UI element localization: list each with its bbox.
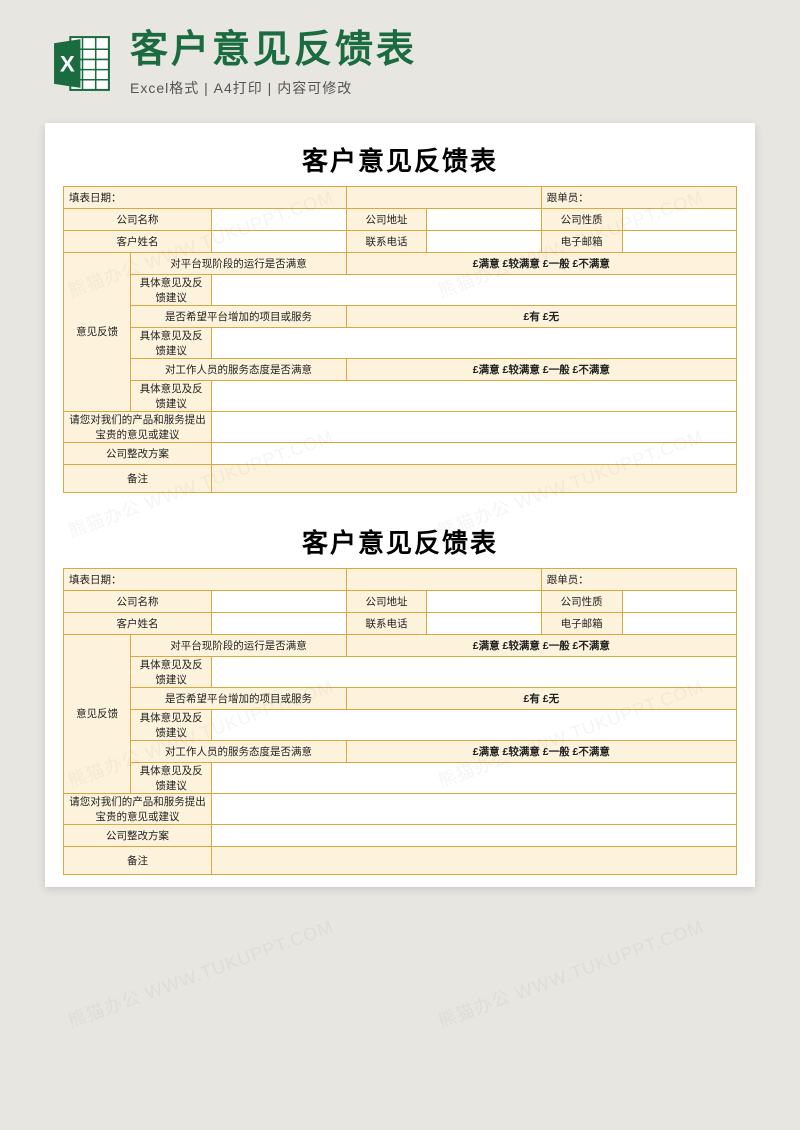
label-follower: 跟单员： [541,186,736,208]
form-table: 填表日期： 跟单员： 公司名称 公司地址 公司性质 客户姓名 联系电话 电子邮箱 [63,568,737,875]
label-company-addr: 公司地址 [346,208,427,230]
input-detail-2[interactable] [212,709,737,740]
label-q2: 是否希望平台增加的项目或服务 [131,687,346,709]
form-title: 客户意见反馈表 [63,523,737,560]
input-remark[interactable] [212,464,737,492]
options-q1[interactable]: £满意 £较满意 £一般 £不满意 [346,634,736,656]
input-remark[interactable] [212,846,737,874]
label-customer-name: 客户姓名 [64,230,212,252]
feedback-form-2: 客户意见反馈表 填表日期： 跟单员： 公司名称 公司地址 公司性质 客户姓名 [63,523,737,875]
label-q3: 对工作人员的服务态度是否满意 [131,740,346,762]
input-customer-name[interactable] [212,612,347,634]
label-feedback-section: 意见反馈 [64,252,131,411]
label-follower: 跟单员： [541,568,736,590]
input-company-name[interactable] [212,208,347,230]
label-phone: 联系电话 [346,230,427,252]
label-plan: 公司整改方案 [64,442,212,464]
header-main-title: 客户意见反馈表 [130,30,760,72]
input-detail-3[interactable] [212,380,737,411]
cell-blank [346,186,541,208]
header-sub-title: Excel格式 | A4打印 | 内容可修改 [130,78,760,98]
options-q2[interactable]: £有 £无 [346,687,736,709]
input-suggestion[interactable] [212,793,737,824]
label-email: 电子邮箱 [541,612,622,634]
label-company-nature: 公司性质 [541,208,622,230]
input-email[interactable] [622,612,736,634]
label-customer-name: 客户姓名 [64,612,212,634]
label-detail-1: 具体意见及反馈建议 [131,656,212,687]
input-phone[interactable] [427,612,541,634]
label-suggestion: 请您对我们的产品和服务提出宝贵的意见或建议 [64,793,212,824]
input-email[interactable] [622,230,736,252]
input-detail-1[interactable] [212,274,737,305]
options-q2[interactable]: £有 £无 [346,305,736,327]
options-q1[interactable]: £满意 £较满意 £一般 £不满意 [346,252,736,274]
input-company-nature[interactable] [622,590,736,612]
input-suggestion[interactable] [212,411,737,442]
label-q1: 对平台现阶段的运行是否满意 [131,252,346,274]
label-remark: 备注 [64,464,212,492]
label-remark: 备注 [64,846,212,874]
label-q3: 对工作人员的服务态度是否满意 [131,358,346,380]
cell-blank [346,568,541,590]
watermark: 熊猫办公 WWW.TUKUPPT.COM [434,913,707,1034]
feedback-form-1: 客户意见反馈表 填表日期： 跟单员： 公司名称 公司地址 公司性质 客户姓名 [63,141,737,493]
label-detail-3: 具体意见及反馈建议 [131,762,212,793]
label-fill-date: 填表日期： [64,568,347,590]
input-company-addr[interactable] [427,208,541,230]
document-page: 客户意见反馈表 填表日期： 跟单员： 公司名称 公司地址 公司性质 客户姓名 [45,123,755,887]
form-table: 填表日期： 跟单员： 公司名称 公司地址 公司性质 客户姓名 联系电话 电子邮箱 [63,186,737,493]
input-detail-1[interactable] [212,656,737,687]
label-q1: 对平台现阶段的运行是否满意 [131,634,346,656]
label-plan: 公司整改方案 [64,824,212,846]
input-company-name[interactable] [212,590,347,612]
template-header: X 客户意见反馈表 Excel格式 | A4打印 | 内容可修改 [0,0,800,108]
options-q3[interactable]: £满意 £较满意 £一般 £不满意 [346,740,736,762]
watermark: 熊猫办公 WWW.TUKUPPT.COM [64,913,337,1034]
input-plan[interactable] [212,442,737,464]
input-detail-3[interactable] [212,762,737,793]
label-q2: 是否希望平台增加的项目或服务 [131,305,346,327]
label-company-name: 公司名称 [64,208,212,230]
label-detail-3: 具体意见及反馈建议 [131,380,212,411]
input-company-addr[interactable] [427,590,541,612]
svg-text:X: X [60,52,75,77]
label-email: 电子邮箱 [541,230,622,252]
input-customer-name[interactable] [212,230,347,252]
options-q3[interactable]: £满意 £较满意 £一般 £不满意 [346,358,736,380]
input-company-nature[interactable] [622,208,736,230]
label-company-nature: 公司性质 [541,590,622,612]
label-detail-2: 具体意见及反馈建议 [131,709,212,740]
excel-file-icon: X [50,31,115,96]
form-title: 客户意见反馈表 [63,141,737,178]
label-detail-2: 具体意见及反馈建议 [131,327,212,358]
label-suggestion: 请您对我们的产品和服务提出宝贵的意见或建议 [64,411,212,442]
input-detail-2[interactable] [212,327,737,358]
label-phone: 联系电话 [346,612,427,634]
input-plan[interactable] [212,824,737,846]
label-detail-1: 具体意见及反馈建议 [131,274,212,305]
label-company-addr: 公司地址 [346,590,427,612]
label-fill-date: 填表日期： [64,186,347,208]
label-company-name: 公司名称 [64,590,212,612]
input-phone[interactable] [427,230,541,252]
label-feedback-section: 意见反馈 [64,634,131,793]
